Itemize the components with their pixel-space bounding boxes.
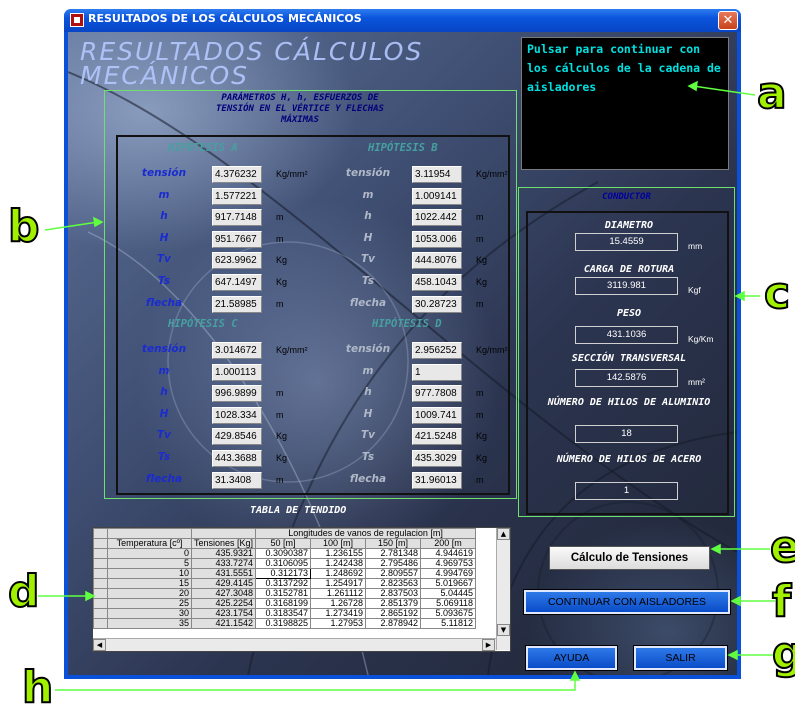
annotation-label: a xyxy=(756,68,788,119)
annotation-label: d xyxy=(7,566,40,617)
annotation-label: e xyxy=(769,522,795,573)
annotation-label: c xyxy=(763,268,791,319)
annotation-arrows xyxy=(38,80,775,691)
annotation-label: g xyxy=(771,628,795,679)
annotation-label: h xyxy=(21,662,54,713)
annotation-label: b xyxy=(7,201,40,252)
annotation-label: f xyxy=(771,576,792,627)
